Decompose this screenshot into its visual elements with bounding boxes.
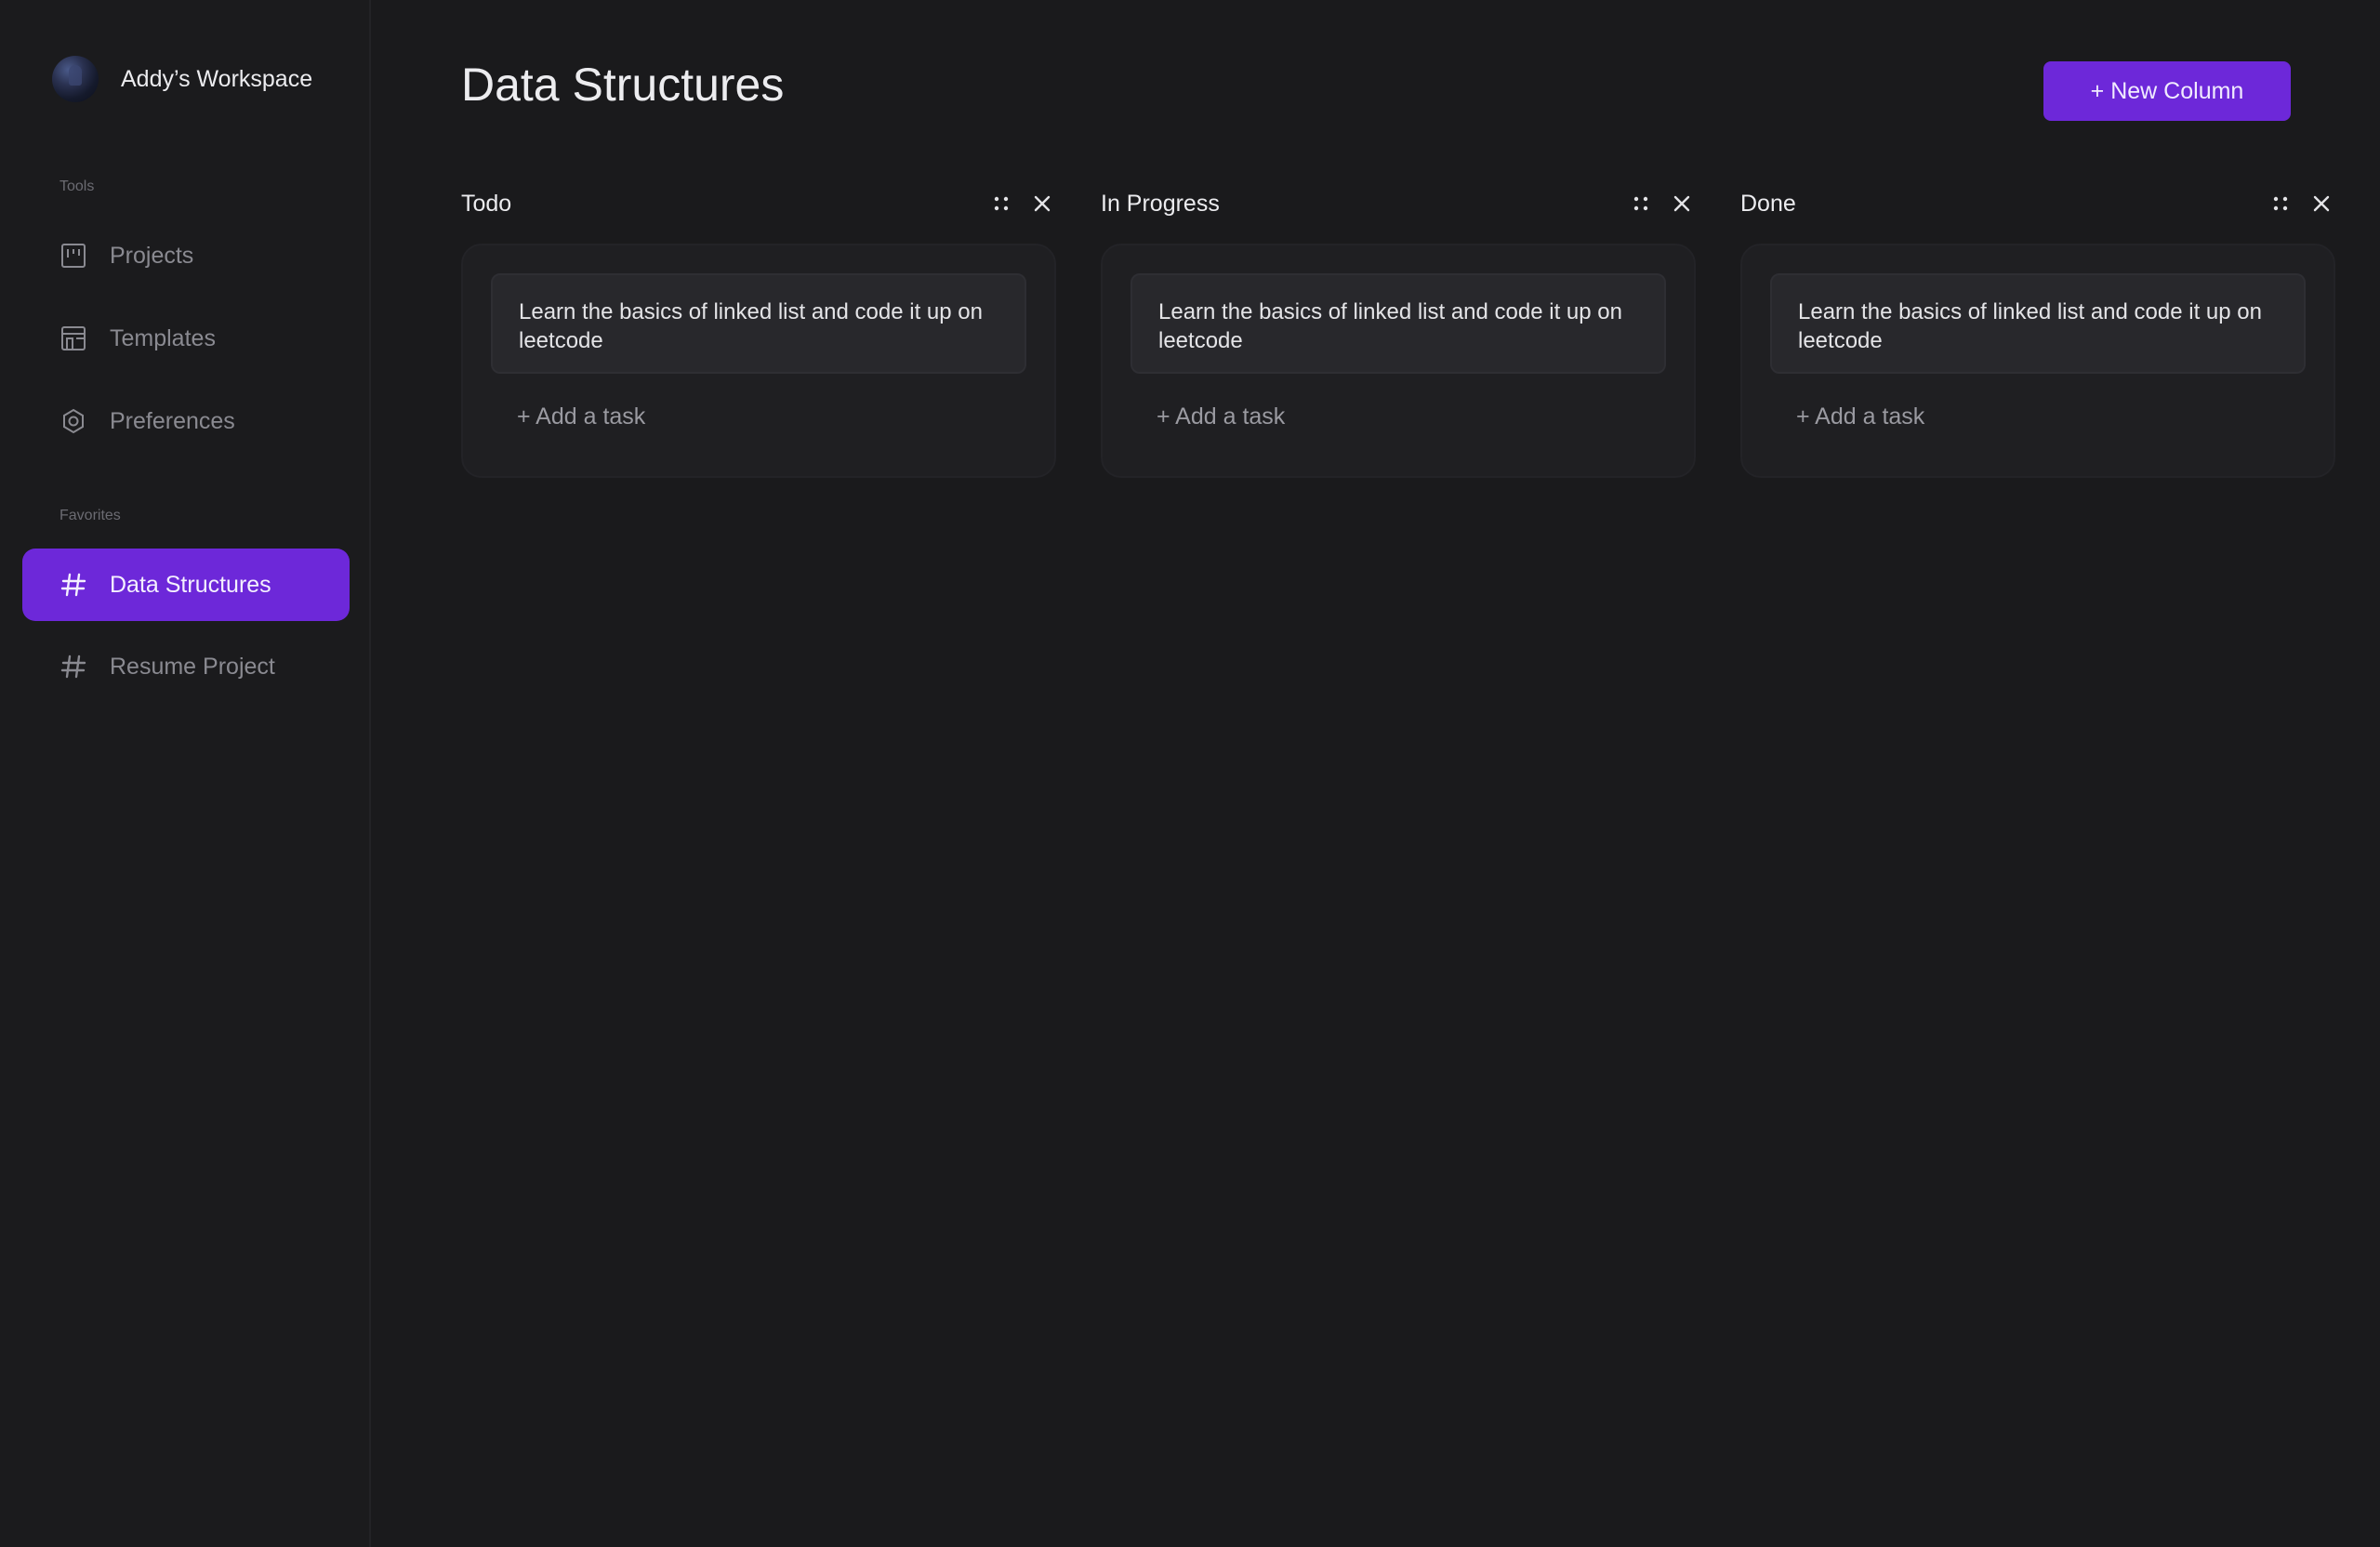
close-icon[interactable] — [1028, 190, 1056, 218]
sidebar-item-projects[interactable]: Projects — [22, 219, 350, 292]
column-header: Todo — [461, 186, 1056, 221]
board-column-todo: Todo Learn the basics of linked list and… — [461, 186, 1056, 478]
column-actions — [1627, 186, 1696, 221]
task-card[interactable]: Learn the basics of linked list and code… — [1130, 273, 1666, 374]
sidebar-item-label: Projects — [110, 242, 194, 269]
avatar — [52, 56, 99, 102]
sidebar-item-templates[interactable]: Templates — [22, 302, 350, 375]
favorites-section-label: Favorites — [60, 508, 121, 523]
hash-icon — [60, 571, 87, 599]
drag-handle-icon[interactable] — [2267, 190, 2294, 218]
new-column-button[interactable]: + New Column — [2043, 61, 2291, 121]
board-column-done: Done Learn the basics of linked list and… — [1740, 186, 2335, 478]
tools-section-label: Tools — [60, 178, 95, 194]
add-task-button[interactable]: + Add a task — [517, 403, 1026, 430]
gear-icon — [60, 407, 87, 435]
column-actions — [987, 186, 1056, 221]
sidebar-item-resume-project[interactable]: Resume Project — [22, 630, 350, 703]
column-actions — [2267, 186, 2335, 221]
column-body: Learn the basics of linked list and code… — [461, 244, 1056, 478]
sidebar-item-label: Data Structures — [110, 571, 271, 598]
sidebar-item-data-structures[interactable]: Data Structures — [22, 549, 350, 621]
sidebar-item-label: Templates — [110, 324, 216, 351]
drag-handle-icon[interactable] — [1627, 190, 1655, 218]
board-main: Data Structures + New Column Todo Learn … — [371, 0, 2380, 1547]
column-title: Todo — [461, 190, 512, 217]
workspace-name: Addy’s Workspace — [121, 65, 313, 92]
workspace-switcher[interactable]: Addy’s Workspace — [52, 56, 312, 102]
board-column-in-progress: In Progress Learn the basics of linked l… — [1101, 186, 1696, 478]
drag-handle-icon[interactable] — [987, 190, 1015, 218]
sidebar: Addy’s Workspace Tools Projects Template… — [0, 0, 371, 1547]
task-card[interactable]: Learn the basics of linked list and code… — [1770, 273, 2306, 374]
column-title: Done — [1740, 190, 1796, 217]
add-task-button[interactable]: + Add a task — [1157, 403, 1666, 430]
sidebar-item-label: Resume Project — [110, 653, 275, 680]
task-card[interactable]: Learn the basics of linked list and code… — [491, 273, 1026, 374]
column-title: In Progress — [1101, 190, 1220, 217]
sidebar-item-label: Preferences — [110, 407, 235, 434]
page-title: Data Structures — [461, 59, 785, 111]
sidebar-item-preferences[interactable]: Preferences — [22, 385, 350, 457]
column-header: Done — [1740, 186, 2335, 221]
kanban-icon — [60, 242, 87, 270]
hash-icon — [60, 653, 87, 681]
column-body: Learn the basics of linked list and code… — [1101, 244, 1696, 478]
column-header: In Progress — [1101, 186, 1696, 221]
close-icon[interactable] — [1668, 190, 1696, 218]
column-body: Learn the basics of linked list and code… — [1740, 244, 2335, 478]
close-icon[interactable] — [2307, 190, 2335, 218]
layout-icon — [60, 324, 87, 352]
add-task-button[interactable]: + Add a task — [1796, 403, 2306, 430]
app-root: Addy’s Workspace Tools Projects Template… — [0, 0, 2380, 1547]
